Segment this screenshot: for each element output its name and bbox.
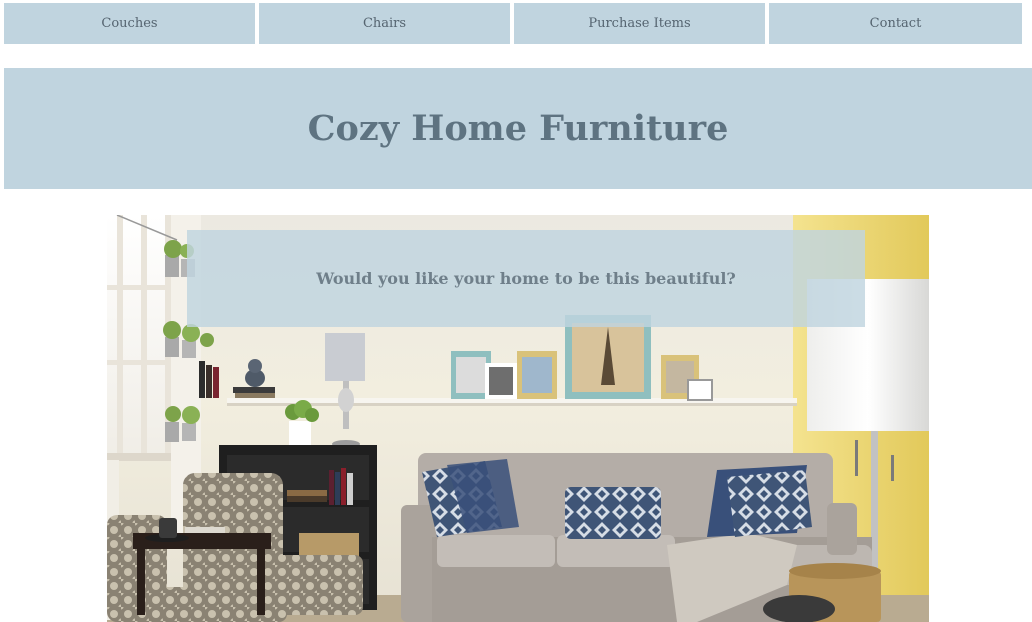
hero-banner: Would you like your home to be this beau… bbox=[187, 230, 865, 327]
nav-item-couches[interactable]: Couches bbox=[4, 3, 255, 44]
hero-banner-text: Would you like your home to be this beau… bbox=[316, 269, 736, 288]
top-navigation: Couches Chairs Purchase Items Contact bbox=[4, 3, 1022, 44]
nav-item-chairs[interactable]: Chairs bbox=[259, 3, 510, 44]
nav-item-purchase-items[interactable]: Purchase Items bbox=[514, 3, 765, 44]
hero-living-room-image: Would you like your home to be this beau… bbox=[107, 215, 929, 622]
nav-item-contact[interactable]: Contact bbox=[769, 3, 1022, 44]
site-title: Cozy Home Furniture bbox=[307, 108, 729, 149]
site-header: Cozy Home Furniture bbox=[4, 68, 1032, 189]
